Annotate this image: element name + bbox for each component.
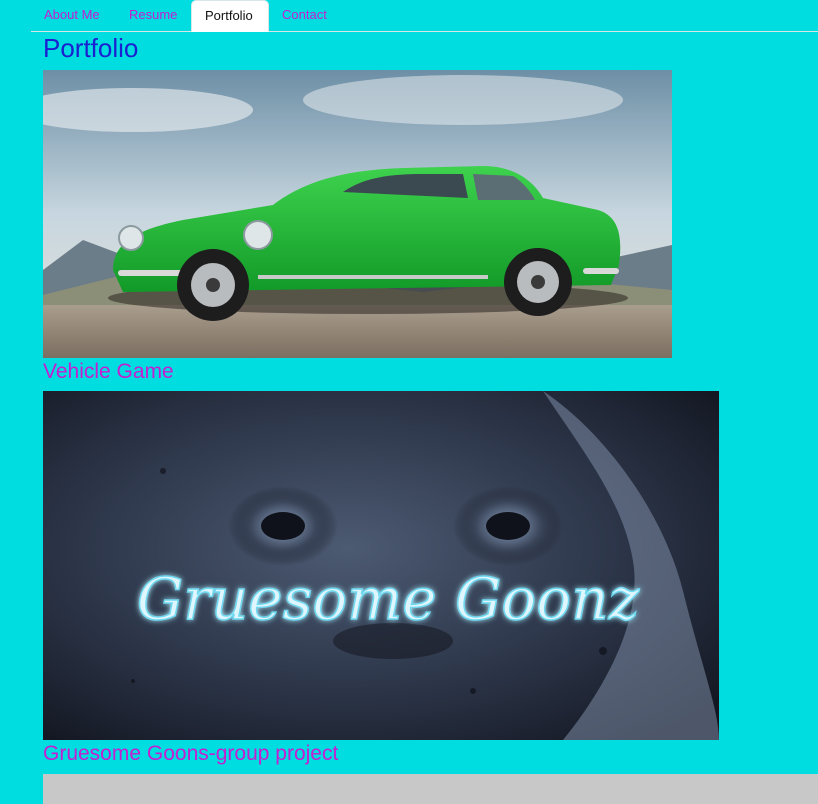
nav-tabs: About Me Resume Portfolio Contact xyxy=(31,0,818,32)
goonz-banner-text: Gruesome Goonz xyxy=(137,565,640,633)
gruesome-goons-image[interactable]: Gruesome Goonz xyxy=(43,391,719,740)
car-photo xyxy=(43,70,672,358)
vehicle-game-caption[interactable]: Vehicle Game xyxy=(43,360,174,384)
next-project-image[interactable] xyxy=(43,774,818,804)
nav-tab-portfolio[interactable]: Portfolio xyxy=(191,0,269,32)
page-title: Portfolio xyxy=(43,33,139,63)
vehicle-game-image[interactable] xyxy=(43,70,672,358)
nav-tab-contact[interactable]: Contact xyxy=(269,0,340,31)
portfolio-page: About Me Resume Portfolio Contact Portfo… xyxy=(0,0,818,804)
nav-tab-resume[interactable]: Resume xyxy=(116,0,190,31)
gruesome-goons-caption[interactable]: Gruesome Goons-group project xyxy=(43,742,338,766)
nav-tab-about-me[interactable]: About Me xyxy=(31,0,113,31)
goonz-banner: Gruesome Goonz xyxy=(43,391,719,740)
